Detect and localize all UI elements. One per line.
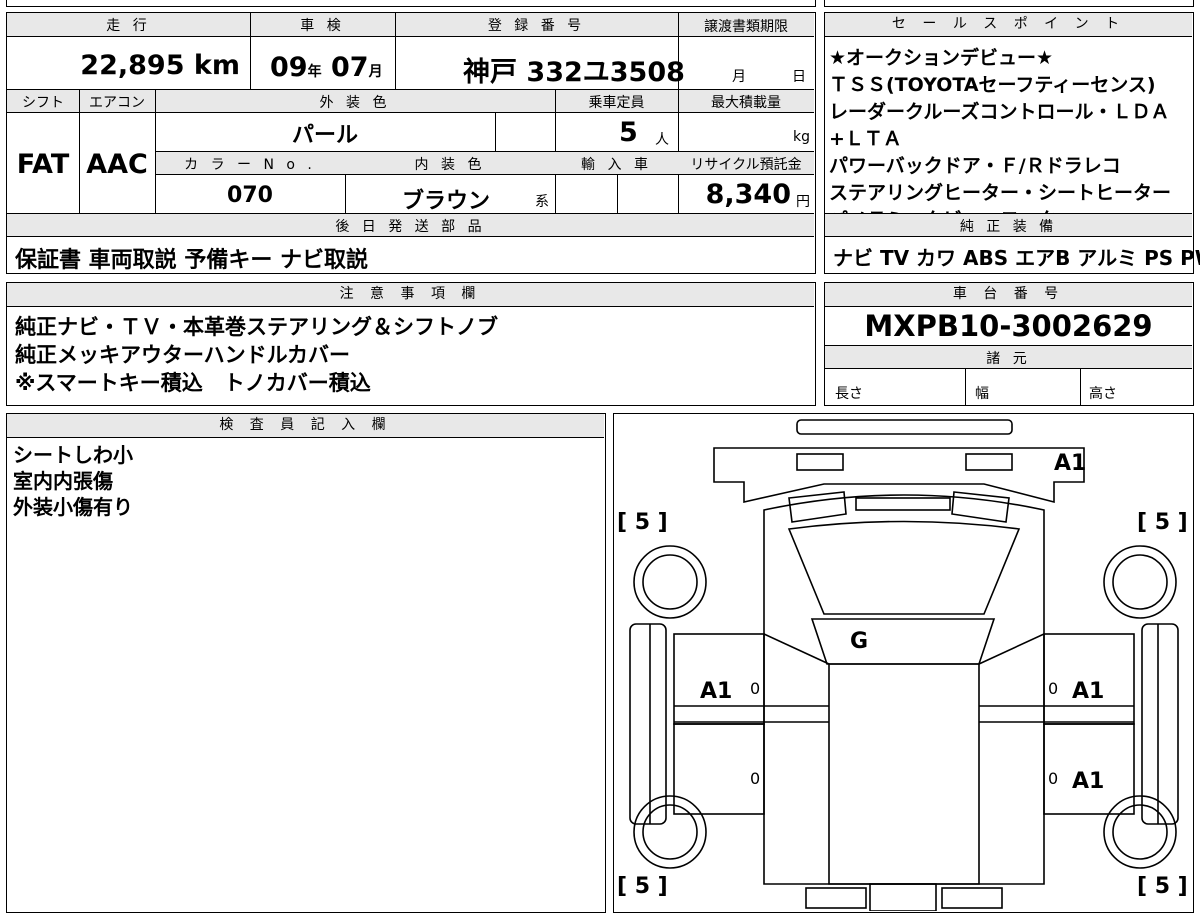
registration-header: 登 録 番 号 bbox=[487, 18, 586, 34]
mileage-value: 22,895 km bbox=[80, 50, 240, 81]
tire-front-right: [ 5 ] bbox=[1137, 510, 1188, 535]
equipment-header: 純 正 装 備 bbox=[959, 219, 1058, 235]
capacity-header: 乗車定員 bbox=[588, 95, 645, 111]
shift-value: FAT bbox=[16, 149, 70, 180]
aircon-value: AAC bbox=[86, 149, 148, 180]
equipment-items: ナビ TV カワ ABS エアB アルミ PS PW bbox=[833, 246, 1200, 270]
mileage-unit: km bbox=[193, 50, 240, 81]
zero-left-rear: 0 bbox=[750, 769, 761, 788]
inspection-header: 車 検 bbox=[300, 18, 345, 34]
later-parts-items: 保証書 車両取説 予備キー ナビ取説 bbox=[15, 248, 368, 273]
zero-left-front: 0 bbox=[750, 679, 761, 698]
color-no-value: 070 bbox=[227, 183, 273, 208]
sales-points-header: セ ー ル ス ポ イ ン ト bbox=[825, 13, 1192, 37]
top-strip-right bbox=[824, 0, 1194, 7]
interior-color-value: ブラウン bbox=[402, 189, 491, 214]
sales-point-line: パワーバックドア・Ｆ/Ｒドラレコ bbox=[829, 155, 1121, 177]
damage-mark-right-front: A1 bbox=[1072, 679, 1105, 704]
top-strip bbox=[6, 0, 816, 7]
max-load-unit: kg bbox=[793, 129, 810, 145]
registration-plate: 神戸 332ユ3508 bbox=[463, 57, 685, 88]
transfer-deadline-header: 譲渡書類期限 bbox=[704, 19, 788, 35]
interior-color-header: 内 装 色 bbox=[414, 157, 486, 173]
sales-point-line: ステアリングヒーター・シートヒーター bbox=[829, 182, 1172, 204]
car-diagram bbox=[629, 419, 1179, 911]
zero-right-front: 0 bbox=[1048, 679, 1059, 698]
sales-point-line: レーダークルーズコントロール・ＬＤＡ+ＬＴＡ bbox=[829, 101, 1170, 150]
tire-rear-right: [ 5 ] bbox=[1137, 874, 1188, 899]
zero-right-rear: 0 bbox=[1048, 769, 1059, 788]
notes-panel: 注 意 事 項 欄 純正ナビ・ＴＶ・本革巻ステアリング＆シフトノブ 純正メッキア… bbox=[6, 282, 816, 406]
later-parts-header: 後 日 発 送 部 品 bbox=[335, 219, 486, 235]
width-label: 幅 bbox=[975, 386, 989, 402]
aircon-header: エアコン bbox=[89, 95, 145, 111]
note-line: 純正ナビ・ＴＶ・本革巻ステアリング＆シフトノブ bbox=[15, 315, 498, 339]
note-line: ※スマートキー積込 トノカバー積込 bbox=[15, 371, 371, 395]
max-load-header: 最大積載量 bbox=[711, 95, 781, 111]
exterior-color-header: 外 装 色 bbox=[319, 95, 391, 111]
sales-points-panel: セ ー ル ス ポ イ ン ト ★オークションデビュー★ ＴＳＳ(TOYOTAセ… bbox=[824, 12, 1200, 274]
inspection-date: 09年 07月 bbox=[270, 52, 383, 83]
inspector-line: シートしわ小 bbox=[13, 443, 133, 467]
inspector-line: 室内内張傷 bbox=[13, 469, 113, 493]
length-label: 長さ bbox=[835, 386, 863, 402]
inspector-header: 検 査 員 記 入 欄 bbox=[7, 414, 604, 438]
recycle-unit: 円 bbox=[796, 194, 810, 210]
color-no-header: カ ラ ー N o . bbox=[184, 157, 316, 173]
sales-points-list: ★オークションデビュー★ ＴＳＳ(TOYOTAセーフティーセンス) レーダークル… bbox=[829, 45, 1191, 234]
recycle-fee-value: 8,340 bbox=[705, 179, 791, 210]
vehicle-info-panel: 走 行 車 検 登 録 番 号 譲渡書類期限 22,895 km 09年 07月… bbox=[6, 12, 816, 274]
sales-point-line: ★オークションデビュー★ bbox=[829, 47, 1054, 69]
height-label: 高さ bbox=[1089, 386, 1117, 402]
note-line: 純正メッキアウターハンドルカバー bbox=[15, 343, 350, 367]
capacity-value: 5 bbox=[619, 117, 638, 148]
damage-mark-top: A1 bbox=[1054, 451, 1087, 476]
recycle-header: リサイクル預託金 bbox=[690, 157, 802, 173]
capacity-unit: 人 bbox=[655, 132, 669, 148]
deadline-day-unit: 日 bbox=[792, 69, 806, 85]
chassis-number: MXPB10-3002629 bbox=[864, 309, 1153, 343]
shift-header: シフト bbox=[22, 95, 64, 111]
sales-point-line: ＴＳＳ(TOYOTAセーフティーセンス) bbox=[829, 74, 1156, 96]
chassis-header: 車 台 番 号 bbox=[825, 283, 1192, 307]
notes-header: 注 意 事 項 欄 bbox=[7, 283, 814, 307]
dims-header: 諸 元 bbox=[986, 351, 1031, 367]
exterior-color-value: パール bbox=[291, 123, 358, 148]
deadline-month-unit: 月 bbox=[732, 69, 746, 85]
inspector-list: シートしわ小 室内内張傷 外装小傷有り bbox=[13, 442, 133, 520]
inspector-panel: 検 査 員 記 入 欄 シートしわ小 室内内張傷 外装小傷有り bbox=[6, 413, 606, 913]
damage-mark-right-rear: A1 bbox=[1072, 769, 1105, 794]
inspector-line: 外装小傷有り bbox=[13, 495, 133, 519]
mileage-header: 走 行 bbox=[106, 18, 151, 34]
damage-mark-glass: G bbox=[850, 629, 869, 654]
interior-suffix: 系 bbox=[535, 194, 549, 210]
car-diagram-panel: [ 5 ] [ 5 ] [ 5 ] [ 5 ] A1 G A1 A1 A1 0 … bbox=[613, 413, 1194, 913]
tire-rear-left: [ 5 ] bbox=[617, 874, 668, 899]
notes-list: 純正ナビ・ＴＶ・本革巻ステアリング＆シフトノブ 純正メッキアウターハンドルカバー… bbox=[15, 313, 498, 397]
chassis-panel: 車 台 番 号 MXPB10-3002629 諸 元 長さ 幅 高さ bbox=[824, 282, 1194, 406]
tire-front-left: [ 5 ] bbox=[617, 510, 668, 535]
damage-mark-left-door: A1 bbox=[700, 679, 733, 704]
import-header: 輸 入 車 bbox=[581, 157, 652, 173]
